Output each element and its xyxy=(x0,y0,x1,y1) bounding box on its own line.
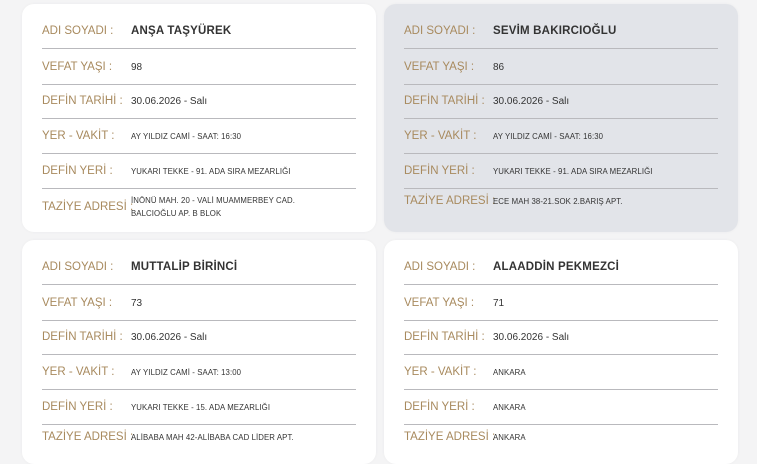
condolence-value: ANKARA xyxy=(493,432,526,442)
name-value: MUTTALİP BİRİNCİ xyxy=(131,261,238,273)
place-time-label: YER - VAKİT : xyxy=(42,130,115,142)
age-value: 73 xyxy=(131,297,143,309)
name-label: ADI SOYADI : xyxy=(404,25,476,37)
age-label: VEFAT YAŞI : xyxy=(404,297,475,309)
age-label: VEFAT YAŞI : xyxy=(42,297,113,309)
place-time-label: YER - VAKİT : xyxy=(404,130,477,142)
burial-date-label: DEFİN TARİHİ : xyxy=(404,95,485,107)
condolence-value: ALİBABA MAH 42-ALİBABA CAD LİDER APT. xyxy=(131,432,294,442)
place-time-label: YER - VAKİT : xyxy=(404,366,477,378)
age-value: 98 xyxy=(131,61,143,73)
place-time-row: YER - VAKİT : AY YILDIZ CAMİ - SAAT: 16:… xyxy=(42,119,356,154)
burial-date-label: DEFİN TARİHİ : xyxy=(42,95,123,107)
burial-place-row: DEFİN YERİ : YUKARI TEKKE - 91. ADA SIRA… xyxy=(42,154,356,189)
name-label: ADI SOYADI : xyxy=(404,261,476,273)
condolence-label: TAZİYE ADRESİ : xyxy=(42,431,134,443)
burial-place-label: DEFİN YERİ : xyxy=(404,401,475,413)
condolence-row: TAZİYE ADRESİ : İNÖNÜ MAH. 20 - VALİ MUA… xyxy=(42,190,356,224)
condolence-row: TAZİYE ADRESİ : ALİBABA MAH 42-ALİBABA C… xyxy=(42,420,356,454)
burial-date-row: DEFİN TARİHİ : 30.06.2026 - Salı xyxy=(42,320,356,355)
name-value: ANŞA TAŞYÜREK xyxy=(131,25,232,37)
burial-place-label: DEFİN YERİ : xyxy=(42,165,113,177)
burial-date-row: DEFİN TARİHİ : 30.06.2026 - Salı xyxy=(404,320,718,355)
burial-date-value: 30.06.2026 - Salı xyxy=(493,95,570,107)
burial-date-value: 30.06.2026 - Salı xyxy=(131,95,208,107)
place-time-row: YER - VAKİT : AY YILDIZ CAMİ - SAAT: 13:… xyxy=(42,355,356,390)
place-time-label: YER - VAKİT : xyxy=(42,366,115,378)
condolence-label: TAZİYE ADRESİ : xyxy=(42,201,134,213)
burial-place-value: ANKARA xyxy=(493,402,526,412)
name-row: ADI SOYADI : ALAADDİN PEKMEZCİ xyxy=(404,250,718,285)
burial-date-label: DEFİN TARİHİ : xyxy=(42,331,123,343)
condolence-value: ECE MAH 38-21.SOK 2.BARIŞ APT. xyxy=(493,196,623,206)
burial-date-row: DEFİN TARİHİ : 30.06.2026 - Salı xyxy=(404,84,718,119)
age-value: 86 xyxy=(493,61,505,73)
burial-date-value: 30.06.2026 - Salı xyxy=(131,331,208,343)
age-row: VEFAT YAŞI : 71 xyxy=(404,286,718,321)
place-time-value: AY YILDIZ CAMİ - SAAT: 16:30 xyxy=(493,131,604,141)
obituary-card[interactable]: ADI SOYADI : ALAADDİN PEKMEZCİ VEFAT YAŞ… xyxy=(384,240,738,464)
name-row: ADI SOYADI : SEVİM BAKIRCIOĞLU xyxy=(404,14,718,49)
place-time-value: AY YILDIZ CAMİ - SAAT: 16:30 xyxy=(131,131,242,141)
condolence-row: TAZİYE ADRESİ : ANKARA xyxy=(404,420,718,454)
age-row: VEFAT YAŞI : 86 xyxy=(404,50,718,85)
condolence-value: İNÖNÜ MAH. 20 - VALİ MUAMMERBEY CAD. BAL… xyxy=(131,196,296,218)
obituary-card-active[interactable]: ADI SOYADI : SEVİM BAKIRCIOĞLU VEFAT YAŞ… xyxy=(384,4,738,232)
name-value: ALAADDİN PEKMEZCİ xyxy=(493,261,620,273)
burial-date-row: DEFİN TARİHİ : 30.06.2026 - Salı xyxy=(42,84,356,119)
burial-place-value: YUKARI TEKKE - 91. ADA SIRA MEZARLIĞI xyxy=(131,166,291,176)
name-value: SEVİM BAKIRCIOĞLU xyxy=(493,25,617,37)
place-time-row: YER - VAKİT : ANKARA xyxy=(404,355,718,390)
name-label: ADI SOYADI : xyxy=(42,25,114,37)
condolence-label: TAZİYE ADRESİ : xyxy=(404,195,496,207)
age-label: VEFAT YAŞI : xyxy=(404,61,475,73)
burial-date-value: 30.06.2026 - Salı xyxy=(493,331,570,343)
age-row: VEFAT YAŞI : 73 xyxy=(42,286,356,321)
name-label: ADI SOYADI : xyxy=(42,261,114,273)
place-time-row: YER - VAKİT : AY YILDIZ CAMİ - SAAT: 16:… xyxy=(404,119,718,154)
age-row: VEFAT YAŞI : 98 xyxy=(42,50,356,85)
condolence-label: TAZİYE ADRESİ : xyxy=(404,431,496,443)
name-row: ADI SOYADI : ANŞA TAŞYÜREK xyxy=(42,14,356,49)
place-time-value: AY YILDIZ CAMİ - SAAT: 13:00 xyxy=(131,367,242,377)
obituary-card[interactable]: ADI SOYADI : ANŞA TAŞYÜREK VEFAT YAŞI : … xyxy=(22,4,376,232)
burial-place-value: YUKARI TEKKE - 15. ADA MEZARLIĞI xyxy=(131,402,271,412)
burial-place-label: DEFİN YERİ : xyxy=(404,165,475,177)
burial-date-label: DEFİN TARİHİ : xyxy=(404,331,485,343)
burial-place-value: YUKARI TEKKE - 91. ADA SIRA MEZARLIĞI xyxy=(493,166,653,176)
place-time-value: ANKARA xyxy=(493,367,526,377)
obituary-card[interactable]: ADI SOYADI : MUTTALİP BİRİNCİ VEFAT YAŞI… xyxy=(22,240,376,464)
burial-place-label: DEFİN YERİ : xyxy=(42,401,113,413)
condolence-row: TAZİYE ADRESİ : ECE MAH 38-21.SOK 2.BARI… xyxy=(404,184,718,218)
name-row: ADI SOYADI : MUTTALİP BİRİNCİ xyxy=(42,250,356,285)
age-value: 71 xyxy=(493,297,505,309)
age-label: VEFAT YAŞI : xyxy=(42,61,113,73)
